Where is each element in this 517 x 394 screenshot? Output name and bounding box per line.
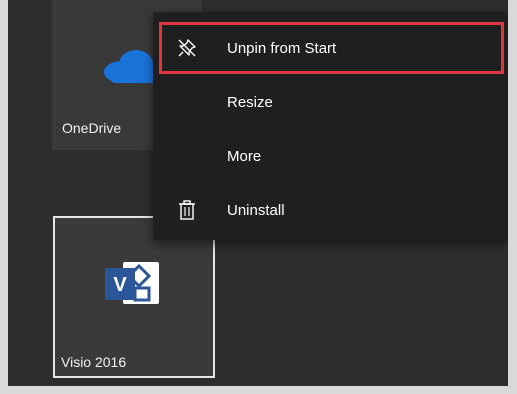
onedrive-cloud-icon [104,50,159,83]
menu-item-uninstall[interactable]: Uninstall [153,184,508,236]
menu-item-unpin-from-start[interactable]: Unpin from Start [159,22,504,74]
start-menu-area: OneDrive V Visio 2016 Unpin from Start R… [8,0,508,386]
menu-item-label: More [227,147,262,165]
visio-icon: V [105,262,159,304]
tile-visio-2016[interactable]: V Visio 2016 [53,216,215,378]
menu-item-label: Uninstall [227,201,285,219]
menu-item-label: Resize [227,93,273,111]
trash-icon [177,200,197,220]
svg-text:V: V [113,274,127,296]
tile-label-onedrive: OneDrive [62,120,122,136]
unpin-icon [177,38,197,58]
menu-item-label: Unpin from Start [227,39,337,57]
menu-item-resize[interactable]: Resize [153,76,508,128]
tile-label-visio: Visio 2016 [61,354,127,370]
menu-item-more[interactable]: More [153,130,508,182]
context-menu: Unpin from Start Resize More Uninstall [153,12,508,240]
